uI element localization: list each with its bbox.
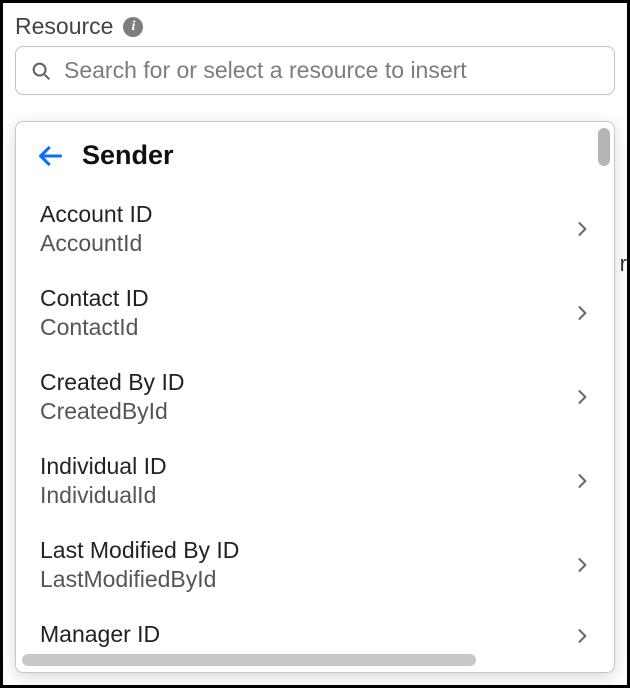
option-api-name: IndividualId xyxy=(40,482,167,509)
option-individual-id[interactable]: Individual ID IndividualId xyxy=(16,439,614,523)
chevron-right-icon xyxy=(572,555,592,575)
option-api-name: ContactId xyxy=(40,314,149,341)
option-texts: Created By ID CreatedById xyxy=(40,369,184,425)
option-created-by-id[interactable]: Created By ID CreatedById xyxy=(16,355,614,439)
option-api-name: LastModifiedById xyxy=(40,566,239,593)
option-label: Last Modified By ID xyxy=(40,537,239,564)
horizontal-scrollbar[interactable] xyxy=(22,654,590,666)
option-texts: Account ID AccountId xyxy=(40,201,153,257)
dropdown-scroll-area: Sender Account ID AccountId Contact ID C… xyxy=(16,122,614,672)
chevron-right-icon xyxy=(572,626,592,646)
option-account-id[interactable]: Account ID AccountId xyxy=(16,187,614,271)
option-last-modified-by-id[interactable]: Last Modified By ID LastModifiedById xyxy=(16,523,614,607)
option-contact-id[interactable]: Contact ID ContactId xyxy=(16,271,614,355)
option-texts: Manager ID xyxy=(40,621,160,650)
chevron-right-icon xyxy=(572,387,592,407)
search-icon xyxy=(30,60,52,82)
background-text-fragment: r xyxy=(620,251,627,277)
chevron-right-icon xyxy=(572,219,592,239)
option-label: Individual ID xyxy=(40,453,167,480)
option-list: Account ID AccountId Contact ID ContactI… xyxy=(16,187,614,656)
chevron-right-icon xyxy=(572,303,592,323)
option-api-name: CreatedById xyxy=(40,398,184,425)
option-texts: Last Modified By ID LastModifiedById xyxy=(40,537,239,593)
chevron-right-icon xyxy=(572,471,592,491)
vertical-scrollbar[interactable] xyxy=(598,128,610,648)
option-label: Manager ID xyxy=(40,621,160,648)
option-texts: Contact ID ContactId xyxy=(40,285,149,341)
horizontal-scroll-thumb[interactable] xyxy=(22,654,476,666)
option-label: Contact ID xyxy=(40,285,149,312)
field-label-row: Resource i xyxy=(3,3,627,46)
option-manager-id[interactable]: Manager ID xyxy=(16,607,614,656)
resource-dropdown: Sender Account ID AccountId Contact ID C… xyxy=(15,121,615,673)
search-box[interactable] xyxy=(15,46,615,95)
dropdown-header: Sender xyxy=(16,122,614,187)
info-icon[interactable]: i xyxy=(123,17,143,37)
option-label: Created By ID xyxy=(40,369,184,396)
option-label: Account ID xyxy=(40,201,153,228)
resource-picker-panel: Resource i r Sender A xyxy=(0,0,630,688)
option-api-name: AccountId xyxy=(40,230,153,257)
search-container xyxy=(3,46,627,95)
field-label: Resource xyxy=(15,13,113,40)
search-input[interactable] xyxy=(64,57,600,84)
dropdown-title: Sender xyxy=(82,140,174,171)
option-texts: Individual ID IndividualId xyxy=(40,453,167,509)
back-arrow-icon[interactable] xyxy=(36,142,64,170)
vertical-scroll-thumb[interactable] xyxy=(598,128,610,166)
